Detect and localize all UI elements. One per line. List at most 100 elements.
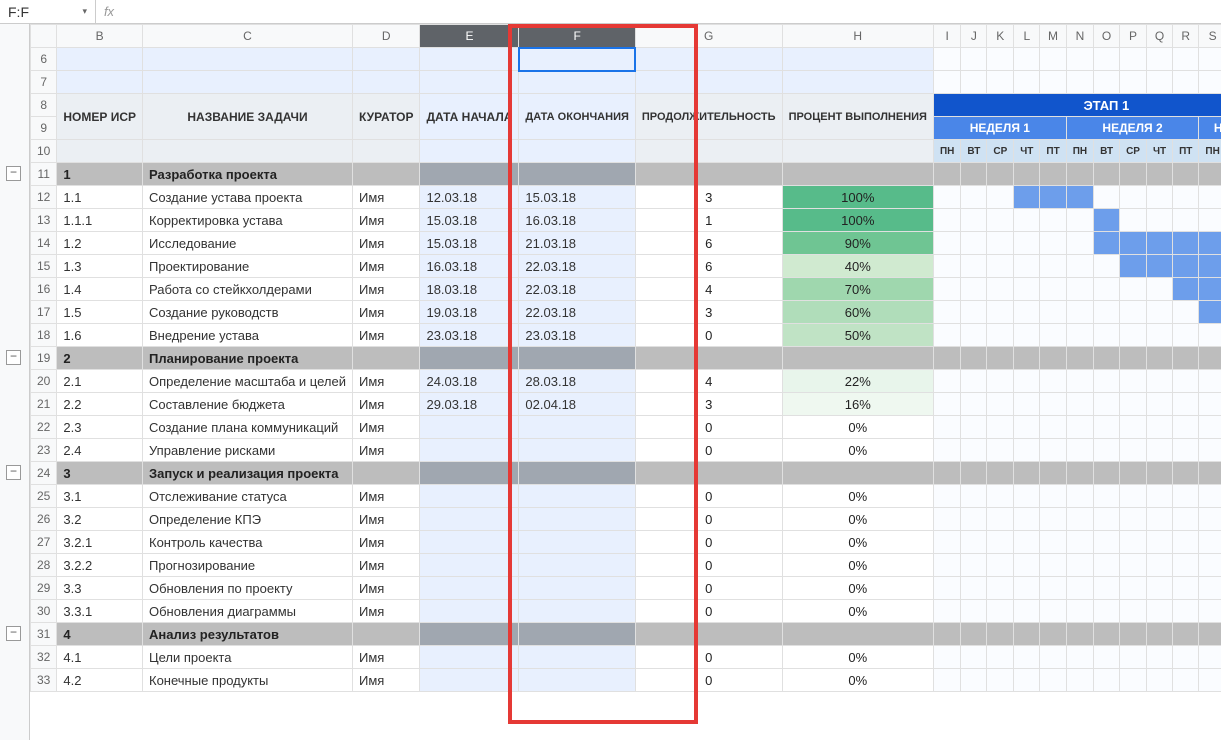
row-header-26[interactable]: 26: [31, 508, 57, 531]
task-duration[interactable]: 0: [635, 577, 782, 600]
section-name[interactable]: Анализ результатов: [143, 623, 353, 646]
row-header-8[interactable]: 8: [31, 94, 57, 117]
gantt-25-3[interactable]: [1014, 485, 1040, 508]
task-num[interactable]: 1.1.1: [57, 209, 143, 232]
task-num[interactable]: 1.1: [57, 186, 143, 209]
cell-F6[interactable]: [519, 48, 635, 71]
gantt-23-10[interactable]: [1199, 439, 1221, 462]
gantt-22-4[interactable]: [1040, 416, 1066, 439]
cell-L6[interactable]: [1014, 48, 1040, 71]
task-duration[interactable]: 4: [635, 278, 782, 301]
task-num[interactable]: 4.1: [57, 646, 143, 669]
gantt-30-1[interactable]: [961, 600, 987, 623]
gantt-27-3[interactable]: [1014, 531, 1040, 554]
gantt-32-3[interactable]: [1014, 646, 1040, 669]
task-end[interactable]: [519, 600, 635, 623]
row-header-13[interactable]: 13: [31, 209, 57, 232]
gantt-23-0[interactable]: [933, 439, 960, 462]
row-header-21[interactable]: 21: [31, 393, 57, 416]
gantt-29-4[interactable]: [1040, 577, 1066, 600]
task-num[interactable]: 3.2: [57, 508, 143, 531]
gantt-19-3[interactable]: [1014, 347, 1040, 370]
gantt-18-6[interactable]: [1094, 324, 1120, 347]
task-owner[interactable]: Имя: [352, 209, 419, 232]
task-pct[interactable]: 0%: [782, 439, 933, 462]
gantt-12-7[interactable]: [1120, 186, 1147, 209]
task-num[interactable]: 1.3: [57, 255, 143, 278]
gantt-14-0[interactable]: [933, 232, 960, 255]
gantt-14-7[interactable]: [1120, 232, 1147, 255]
gantt-30-2[interactable]: [987, 600, 1014, 623]
gantt-28-1[interactable]: [961, 554, 987, 577]
gantt-14-6[interactable]: [1094, 232, 1120, 255]
gantt-24-3[interactable]: [1014, 462, 1040, 485]
gantt-11-0[interactable]: [933, 163, 960, 186]
gantt-18-2[interactable]: [987, 324, 1014, 347]
gantt-28-6[interactable]: [1094, 554, 1120, 577]
gantt-19-2[interactable]: [987, 347, 1014, 370]
cell-D19[interactable]: [352, 347, 419, 370]
gantt-26-6[interactable]: [1094, 508, 1120, 531]
cell-K6[interactable]: [987, 48, 1014, 71]
gantt-33-1[interactable]: [961, 669, 987, 692]
task-num[interactable]: 3.2.2: [57, 554, 143, 577]
gantt-11-2[interactable]: [987, 163, 1014, 186]
cell-F19[interactable]: [519, 347, 635, 370]
cell-B10[interactable]: [57, 140, 143, 163]
gantt-33-0[interactable]: [933, 669, 960, 692]
gantt-29-9[interactable]: [1173, 577, 1199, 600]
col-header-B[interactable]: B: [57, 25, 143, 48]
gantt-12-9[interactable]: [1173, 186, 1199, 209]
cell-C7[interactable]: [143, 71, 353, 94]
gantt-32-4[interactable]: [1040, 646, 1066, 669]
task-duration[interactable]: 0: [635, 416, 782, 439]
task-start[interactable]: 16.03.18: [420, 255, 519, 278]
task-duration[interactable]: 3: [635, 393, 782, 416]
cell-N6[interactable]: [1066, 48, 1093, 71]
task-name[interactable]: Создание плана коммуникаций: [143, 416, 353, 439]
gantt-12-6[interactable]: [1094, 186, 1120, 209]
gantt-27-6[interactable]: [1094, 531, 1120, 554]
task-num[interactable]: 1.4: [57, 278, 143, 301]
cell-G7[interactable]: [635, 71, 782, 94]
task-pct[interactable]: 50%: [782, 324, 933, 347]
gantt-33-9[interactable]: [1173, 669, 1199, 692]
gantt-19-9[interactable]: [1173, 347, 1199, 370]
task-name[interactable]: Управление рисками: [143, 439, 353, 462]
task-start[interactable]: 24.03.18: [420, 370, 519, 393]
gantt-18-3[interactable]: [1014, 324, 1040, 347]
task-end[interactable]: [519, 531, 635, 554]
task-pct[interactable]: 70%: [782, 278, 933, 301]
task-name[interactable]: Обновления диаграммы: [143, 600, 353, 623]
gantt-20-6[interactable]: [1094, 370, 1120, 393]
gantt-30-8[interactable]: [1146, 600, 1172, 623]
col-header-K[interactable]: K: [987, 25, 1014, 48]
row-header-29[interactable]: 29: [31, 577, 57, 600]
gantt-14-8[interactable]: [1146, 232, 1172, 255]
gantt-28-4[interactable]: [1040, 554, 1066, 577]
gantt-33-10[interactable]: [1199, 669, 1221, 692]
section-num[interactable]: 4: [57, 623, 143, 646]
cell-R6[interactable]: [1173, 48, 1199, 71]
gantt-24-2[interactable]: [987, 462, 1014, 485]
gantt-28-5[interactable]: [1066, 554, 1093, 577]
gantt-13-6[interactable]: [1094, 209, 1120, 232]
outline-collapse-button[interactable]: −: [6, 350, 21, 365]
gantt-29-8[interactable]: [1146, 577, 1172, 600]
gantt-28-7[interactable]: [1120, 554, 1147, 577]
task-owner[interactable]: Имя: [352, 255, 419, 278]
task-name[interactable]: Конечные продукты: [143, 669, 353, 692]
gantt-16-7[interactable]: [1120, 278, 1147, 301]
gantt-25-10[interactable]: [1199, 485, 1221, 508]
col-header-Q[interactable]: Q: [1146, 25, 1172, 48]
gantt-32-10[interactable]: [1199, 646, 1221, 669]
task-owner[interactable]: Имя: [352, 508, 419, 531]
cell-S6[interactable]: [1199, 48, 1221, 71]
task-start[interactable]: 29.03.18: [420, 393, 519, 416]
row-header-17[interactable]: 17: [31, 301, 57, 324]
row-header-18[interactable]: 18: [31, 324, 57, 347]
cell-J7[interactable]: [961, 71, 987, 94]
task-num[interactable]: 2.4: [57, 439, 143, 462]
gantt-13-3[interactable]: [1014, 209, 1040, 232]
gantt-12-0[interactable]: [933, 186, 960, 209]
